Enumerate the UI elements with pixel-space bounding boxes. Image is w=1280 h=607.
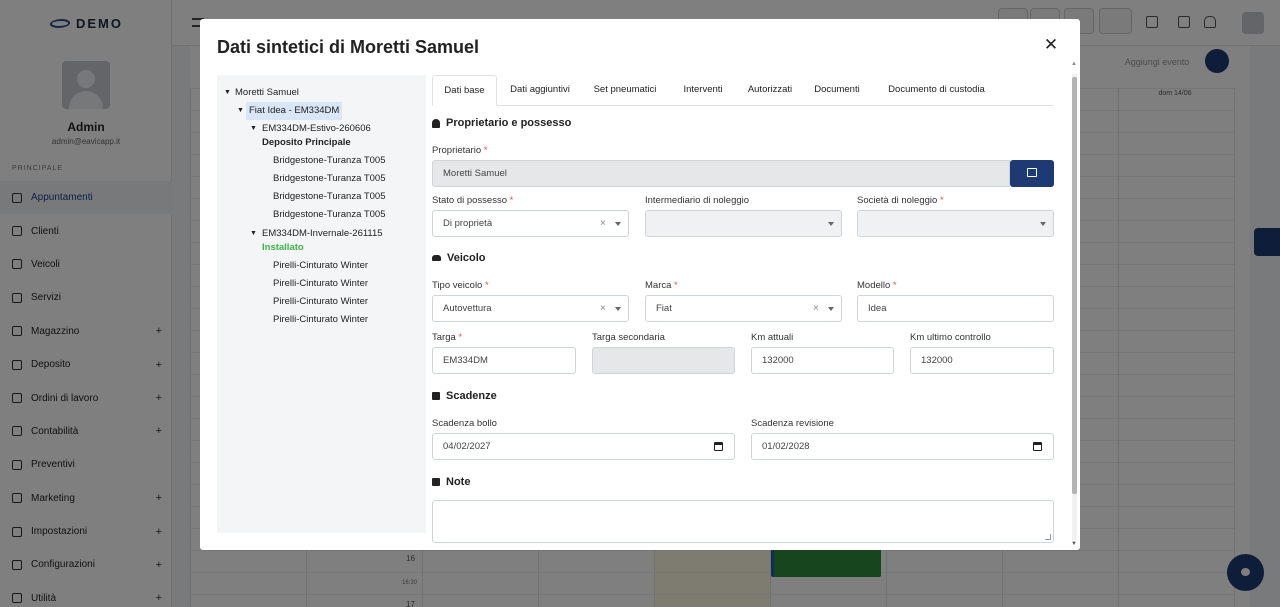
plate-label: Targa * [432, 332, 463, 343]
tab-autorizzati[interactable]: Autorizzati [737, 75, 803, 106]
possession-label: Stato di possesso * [432, 195, 514, 206]
clear-icon[interactable]: × [600, 296, 606, 321]
close-icon[interactable]: ✕ [1043, 36, 1059, 53]
calendar-icon [432, 392, 440, 400]
edit-owner-button[interactable] [1010, 160, 1054, 187]
calendar-picker-icon[interactable] [1033, 442, 1042, 451]
tax-date-input[interactable]: 04/02/2027 [432, 433, 735, 460]
modal-scrollbar[interactable]: ▲ ▼ [1070, 59, 1079, 550]
vehicle-tree: ▼ Moretti Samuel ▼ Fiat Idea - EM334DM ▼ EM… [217, 75, 426, 533]
rental-label: Società di noleggio * [857, 195, 944, 206]
plate-input[interactable]: EM334DM [432, 347, 576, 374]
notes-textarea[interactable] [432, 500, 1054, 543]
owner-label: Proprietario * [432, 145, 488, 156]
model-label: Modello * [857, 280, 897, 291]
car-icon [432, 255, 441, 261]
broker-select[interactable] [645, 210, 842, 237]
tree-tyre[interactable]: Pirelli-Cinturato Winter [217, 257, 426, 275]
vehicle-type-select[interactable]: Autovettura × [432, 295, 629, 322]
plate2-label: Targa secondaria [592, 332, 665, 343]
tree-tyre[interactable]: Pirelli-Cinturato Winter [217, 275, 426, 293]
chevron-down-icon [1040, 222, 1046, 226]
review-label: Scadenza revisione [751, 418, 834, 429]
brand-select[interactable]: Fiat × [645, 295, 842, 322]
tab-documento-custodia[interactable]: Documento di custodia [874, 75, 999, 106]
note-icon [432, 478, 440, 486]
tree-set-status: Deposito Principale [262, 137, 351, 148]
tree-tyre[interactable]: Bridgestone-Turanza T005 [217, 152, 426, 170]
tree-tyre[interactable]: Bridgestone-Turanza T005 [217, 188, 426, 206]
km-last-input[interactable]: 132000 [910, 347, 1054, 374]
review-date-input[interactable]: 01/02/2028 [751, 433, 1054, 460]
chevron-down-icon [615, 307, 621, 311]
type-label: Tipo veicolo * [432, 280, 489, 291]
chevron-down-icon [615, 222, 621, 226]
chevron-down-icon [828, 222, 834, 226]
model-input[interactable]: Idea [857, 295, 1054, 322]
chevron-down-icon [828, 307, 834, 311]
tree-set-status: Installato [262, 242, 304, 253]
tab-set-pneumatici[interactable]: Set pneumatici [584, 75, 666, 106]
tree-tyre[interactable]: Pirelli-Cinturato Winter [217, 311, 426, 329]
tab-documenti[interactable]: Documenti [806, 75, 868, 106]
tax-label: Scadenza bollo [432, 418, 497, 429]
section-owner-heading: Proprietario e possesso [432, 117, 571, 129]
brand-label: Marca * [645, 280, 678, 291]
scroll-down-icon[interactable]: ▼ [1071, 541, 1077, 547]
tab-interventi[interactable]: Interventi [672, 75, 734, 106]
modal-tabs: Dati base Dati aggiuntivi Set pneumatici… [432, 75, 1054, 106]
tree-tyre[interactable]: Bridgestone-Turanza T005 [217, 170, 426, 188]
section-deadlines-heading: Scadenze [432, 390, 497, 402]
caret-down-icon[interactable]: ▼ [224, 84, 231, 102]
clear-icon[interactable]: × [600, 211, 606, 236]
tree-owner[interactable]: ▼ Moretti Samuel [217, 84, 426, 102]
edit-icon [1027, 168, 1037, 177]
km-input[interactable]: 132000 [751, 347, 894, 374]
clear-icon[interactable]: × [813, 296, 819, 321]
scrollbar-thumb[interactable] [1072, 77, 1077, 494]
tree-vehicle[interactable]: ▼ Fiat Idea - EM334DM [217, 102, 426, 120]
km-label: Km attuali [751, 332, 794, 343]
broker-label: Intermediario di noleggio [645, 195, 750, 206]
tree-tyre[interactable]: Bridgestone-Turanza T005 [217, 206, 426, 224]
section-vehicle-heading: Veicolo [432, 252, 486, 264]
secondary-plate-input [592, 347, 735, 374]
section-notes-heading: Note [432, 476, 470, 488]
possession-select[interactable]: Di proprietà × [432, 210, 629, 237]
user-icon [432, 118, 440, 128]
km-last-label: Km ultimo controllo [910, 332, 991, 343]
rental-select[interactable] [857, 210, 1054, 237]
modal-title: Dati sintetici di Moretti Samuel [217, 37, 480, 57]
tab-dati-aggiuntivi[interactable]: Dati aggiuntivi [500, 75, 580, 106]
owner-field: Moretti Samuel [432, 160, 1010, 187]
calendar-picker-icon[interactable] [714, 442, 723, 451]
tab-dati-base[interactable]: Dati base [432, 75, 497, 106]
vehicle-summary-modal: Dati sintetici di Moretti Samuel ✕ ▼ More… [200, 19, 1080, 550]
caret-down-icon[interactable]: ▼ [237, 102, 244, 120]
tree-tyre[interactable]: Pirelli-Cinturato Winter [217, 293, 426, 311]
scroll-up-icon[interactable]: ▲ [1071, 61, 1077, 67]
